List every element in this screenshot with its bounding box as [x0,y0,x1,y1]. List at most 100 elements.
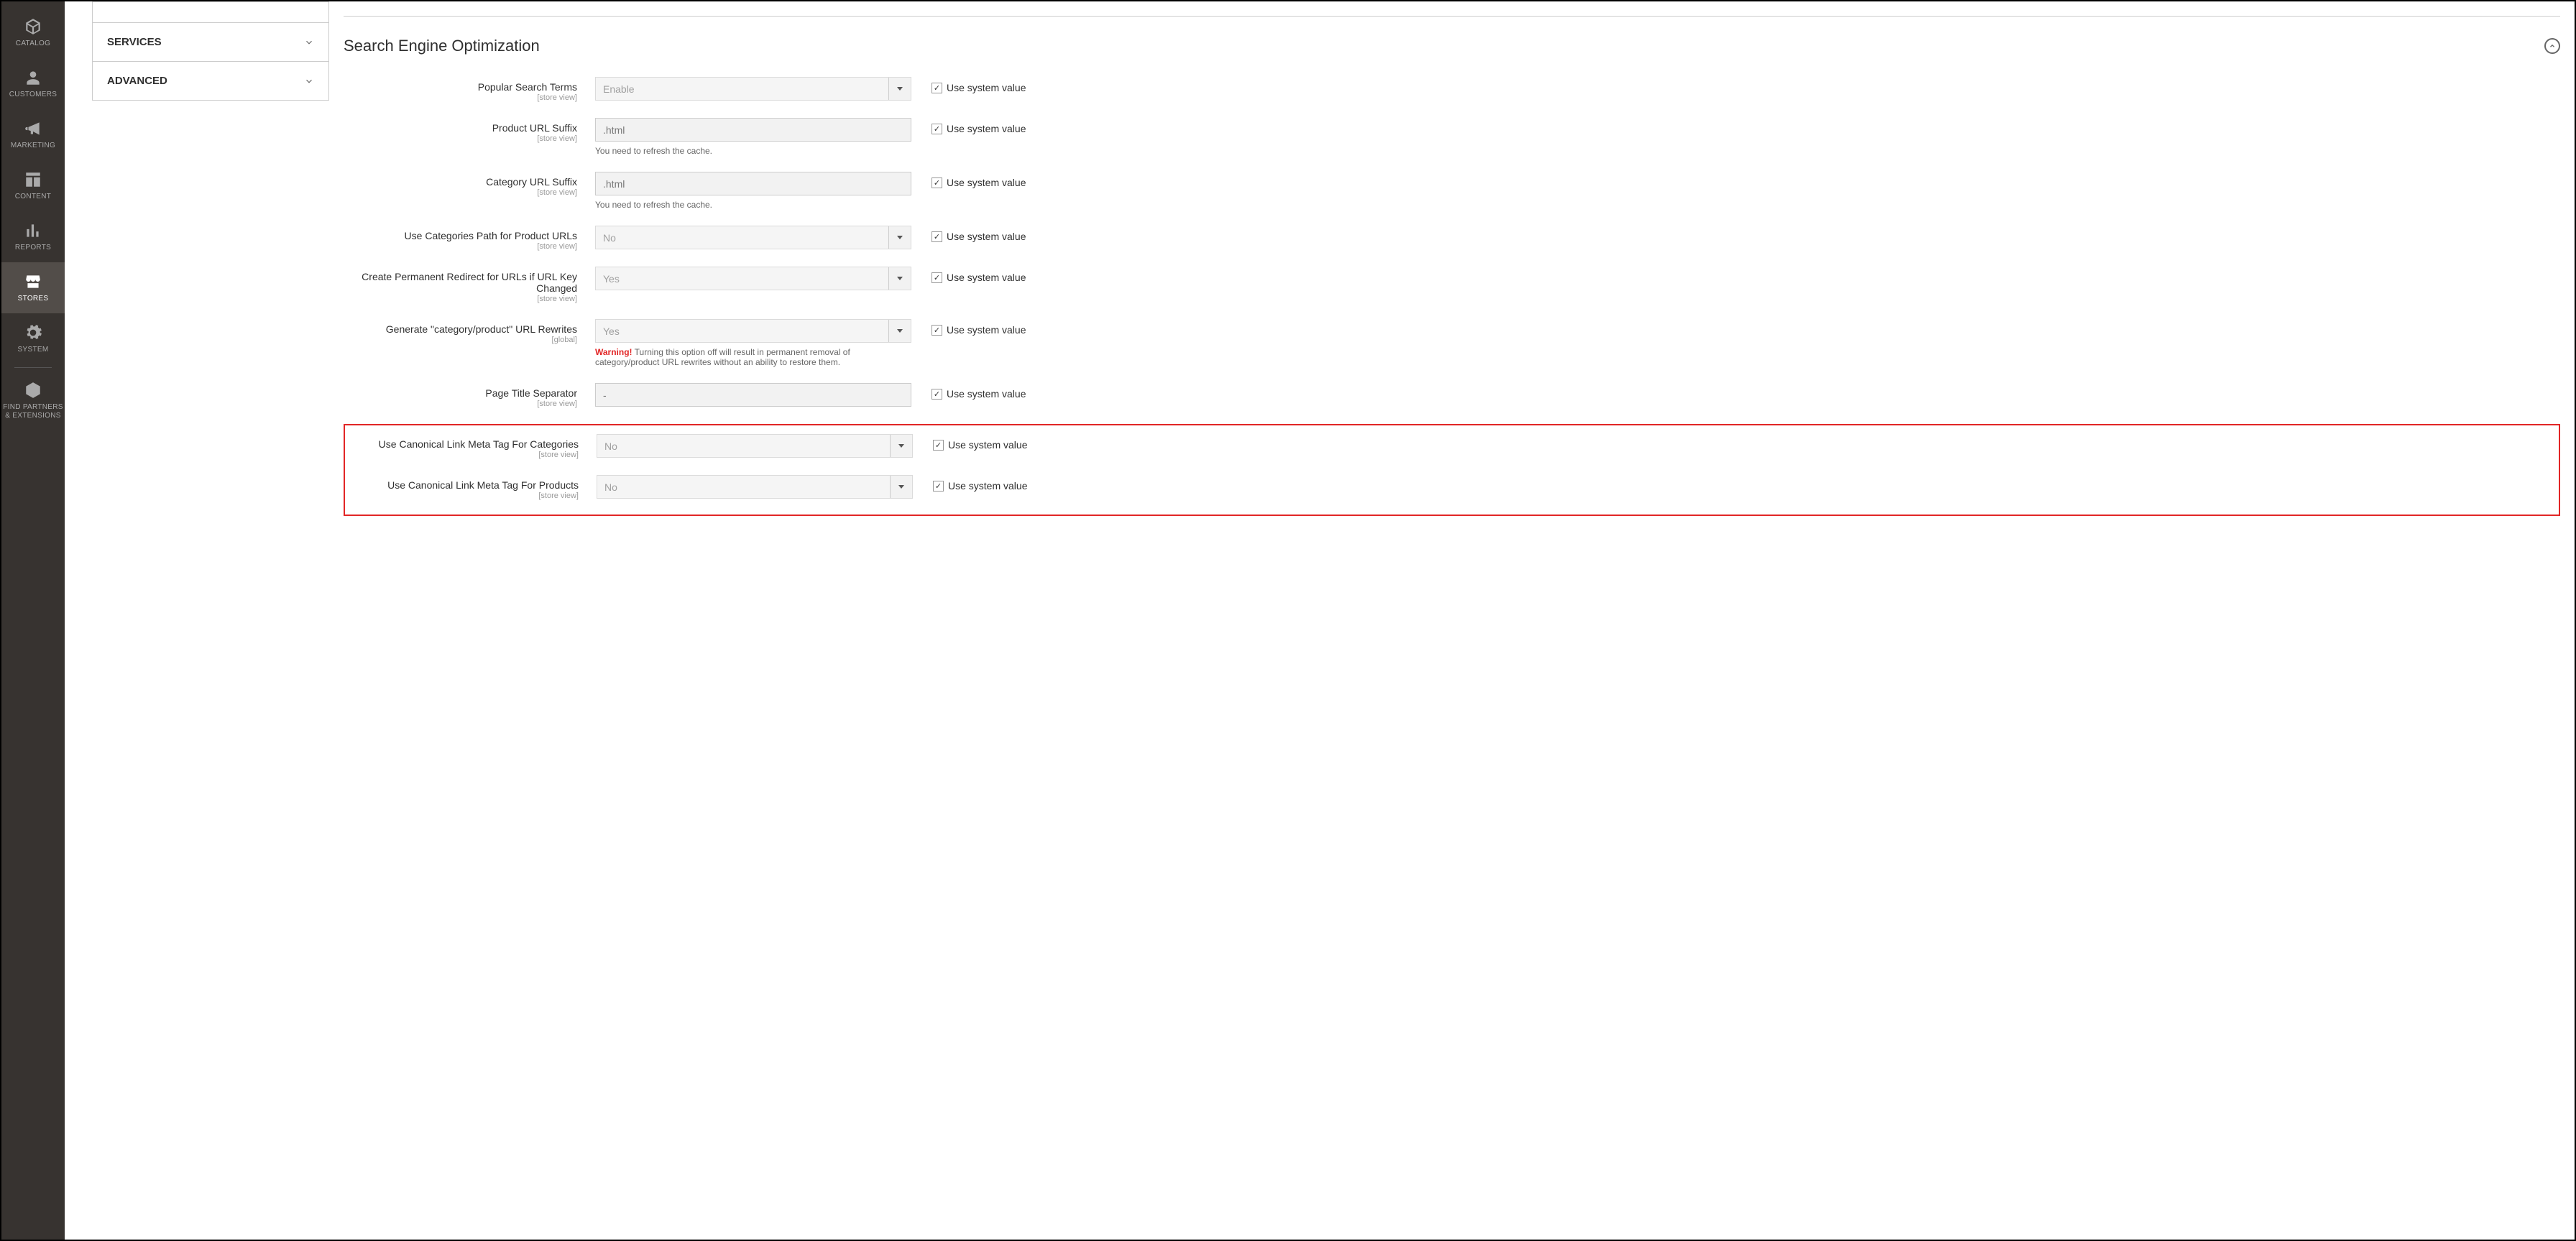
use-system-checkbox[interactable]: ✓ [932,231,942,242]
field-label: Use Categories Path for Product URLs [344,230,577,241]
sidebar-item-marketing[interactable]: MARKETING [1,109,65,160]
sidebar-label-content: CONTENT [15,193,51,201]
settings-top-divider [344,16,2560,17]
category-suffix-input[interactable] [595,172,911,195]
config-tab-services-label: SERVICES [107,36,162,48]
field-row-canonical-prod: Use Canonical Link Meta Tag For Products… [345,475,2559,500]
field-scope: [store view] [344,242,577,251]
section-header: Search Engine Optimization [344,37,2560,55]
chevron-down-icon [304,37,314,47]
field-row-page-title-sep: Page Title Separator [store view] ✓ Use … [344,383,2560,408]
field-label: Use Canonical Link Meta Tag For Products [345,479,579,491]
field-label: Generate "category/product" URL Rewrites [344,323,577,335]
config-tabs-panel: SERVICES ADVANCED [92,1,329,1218]
field-scope: [store view] [344,400,577,408]
field-row-canonical-cat: Use Canonical Link Meta Tag For Categori… [345,434,2559,459]
sidebar-divider [14,367,52,368]
field-scope: [store view] [344,134,577,143]
canonical-prod-select[interactable]: No [597,475,913,499]
main-content: SERVICES ADVANCED Search Engine Op [65,1,2575,1240]
product-suffix-input[interactable] [595,118,911,142]
app-root: CATALOG CUSTOMERS MARKETING CONTENT REPO… [0,0,2576,1241]
store-icon [24,272,42,291]
sidebar-item-content[interactable]: CONTENT [1,160,65,211]
sidebar-label-marketing: MARKETING [11,142,55,150]
use-cat-path-select[interactable]: No [595,226,911,249]
config-tab-advanced-label: ADVANCED [107,75,167,87]
config-tab-advanced[interactable]: ADVANCED [92,62,329,101]
use-system-label: Use system value [947,388,1026,400]
field-scope: [global] [344,336,577,344]
sidebar-label-partners: FIND PARTNERS & EXTENSIONS [3,403,63,420]
sidebar-item-reports[interactable]: REPORTS [1,211,65,262]
field-note-warning: Warning! Turning this option off will re… [595,347,911,367]
generate-rewrites-select[interactable]: Yes [595,319,911,343]
field-label: Product URL Suffix [344,122,577,134]
cube-icon [24,17,42,36]
settings-panel: Search Engine Optimization Popular Searc… [344,1,2560,1218]
use-system-label: Use system value [947,272,1026,283]
popular-search-select[interactable]: Enable [595,77,911,101]
field-scope: [store view] [345,492,579,500]
collapse-section-button[interactable] [2544,38,2560,54]
field-label: Create Permanent Redirect for URLs if UR… [344,271,577,294]
use-system-label: Use system value [947,231,1026,242]
sidebar-label-system: SYSTEM [18,346,49,354]
page-title-sep-input[interactable] [595,383,911,407]
use-system-checkbox[interactable]: ✓ [932,124,942,134]
use-system-label: Use system value [948,480,1027,492]
use-system-checkbox[interactable]: ✓ [933,440,944,451]
config-tab-services[interactable]: SERVICES [92,23,329,62]
sidebar-label-reports: REPORTS [15,244,51,252]
megaphone-icon [24,119,42,138]
chevron-up-icon [2549,42,2556,50]
use-system-label: Use system value [947,324,1026,336]
use-system-checkbox[interactable]: ✓ [932,83,942,93]
field-row-product-suffix: Product URL Suffix [store view] You need… [344,118,2560,156]
sidebar-item-system[interactable]: SYSTEM [1,313,65,364]
field-scope: [store view] [344,93,577,102]
canonical-cat-select[interactable]: No [597,434,913,458]
sidebar-item-stores[interactable]: STORES [1,262,65,313]
field-row-popular-search: Popular Search Terms [store view] Enable… [344,77,2560,102]
use-system-label: Use system value [947,123,1026,134]
gear-icon [24,323,42,342]
use-system-checkbox[interactable]: ✓ [933,481,944,492]
field-label: Popular Search Terms [344,81,577,93]
field-row-category-suffix: Category URL Suffix [store view] You nee… [344,172,2560,210]
canonical-highlight-box: Use Canonical Link Meta Tag For Categori… [344,424,2560,516]
use-system-label: Use system value [948,439,1027,451]
field-row-use-cat-path: Use Categories Path for Product URLs [st… [344,226,2560,251]
use-system-label: Use system value [947,177,1026,188]
field-row-generate-rewrites: Generate "category/product" URL Rewrites… [344,319,2560,367]
field-label: Use Canonical Link Meta Tag For Categori… [345,438,579,450]
field-scope: [store view] [345,451,579,459]
chevron-down-icon [304,76,314,86]
use-system-checkbox[interactable]: ✓ [932,177,942,188]
layout-icon [24,170,42,189]
field-label: Page Title Separator [344,387,577,399]
person-icon [24,68,42,87]
config-tab-blank[interactable] [92,1,329,23]
use-system-checkbox[interactable]: ✓ [932,325,942,336]
redirect-select[interactable]: Yes [595,267,911,290]
field-scope: [store view] [344,188,577,197]
field-label: Category URL Suffix [344,176,577,188]
puzzle-icon [24,381,42,400]
sidebar-label-customers: CUSTOMERS [9,91,57,99]
use-system-checkbox[interactable]: ✓ [932,272,942,283]
sidebar-item-catalog[interactable]: CATALOG [1,7,65,58]
sidebar-label-stores: STORES [18,295,49,303]
use-system-checkbox[interactable]: ✓ [932,389,942,400]
use-system-label: Use system value [947,82,1026,93]
sidebar-item-customers[interactable]: CUSTOMERS [1,58,65,109]
field-note: You need to refresh the cache. [595,146,911,156]
field-note: You need to refresh the cache. [595,200,911,210]
field-row-redirect: Create Permanent Redirect for URLs if UR… [344,267,2560,303]
sidebar-item-partners[interactable]: FIND PARTNERS & EXTENSIONS [1,371,65,430]
field-scope: [store view] [344,295,577,303]
section-title: Search Engine Optimization [344,37,540,55]
sidebar-label-catalog: CATALOG [16,40,50,48]
bar-chart-icon [24,221,42,240]
admin-sidebar: CATALOG CUSTOMERS MARKETING CONTENT REPO… [1,1,65,1240]
